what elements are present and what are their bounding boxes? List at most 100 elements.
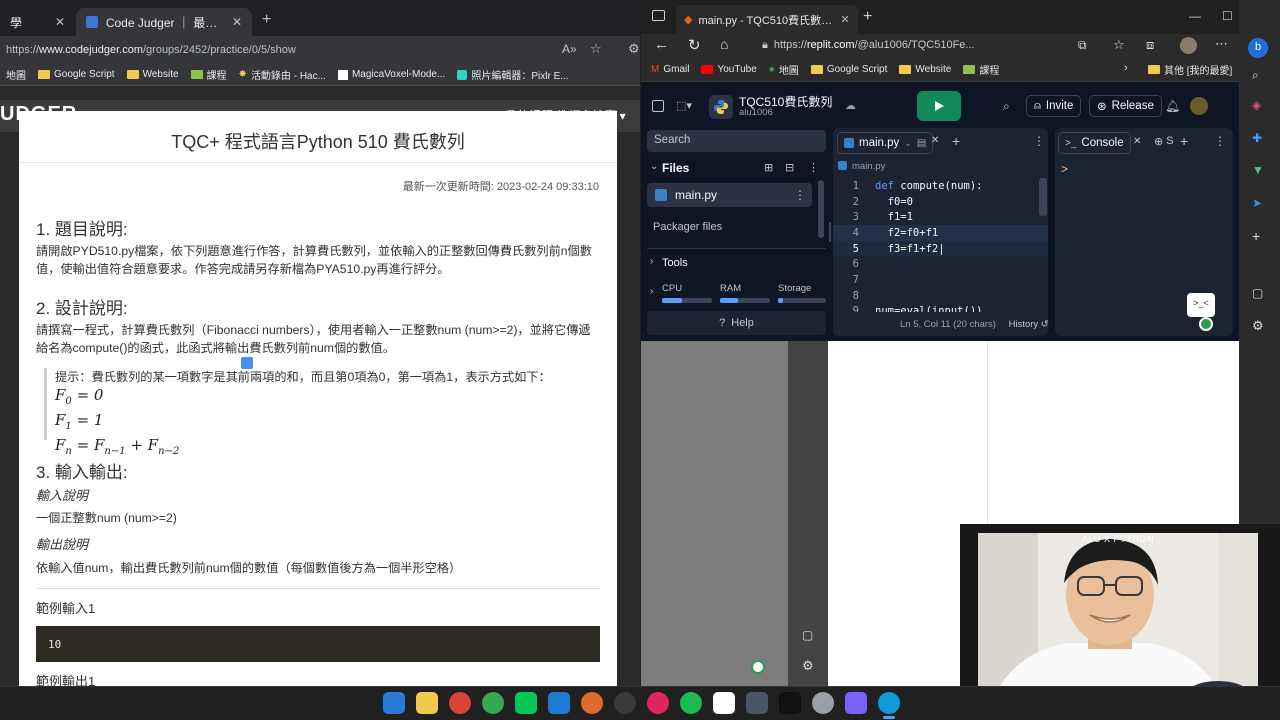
more-options-icon[interactable]: ⋮ — [794, 188, 812, 202]
settings-gear-icon[interactable]: ⚙ — [1252, 318, 1264, 334]
left-url-text[interactable]: https://www.codejudger.com/groups/2452/p… — [6, 44, 296, 56]
obs-icon[interactable] — [614, 692, 636, 714]
code-line[interactable]: 8 — [833, 288, 1048, 304]
code-line[interactable]: 9 num=eval(input()) — [833, 304, 1048, 312]
windows-start-icon[interactable] — [383, 692, 405, 714]
chevron-right-icon[interactable]: › — [1124, 62, 1128, 74]
chrome-profile-icon[interactable] — [482, 692, 504, 714]
bookmark-google-script[interactable]: Google Script — [810, 64, 887, 75]
sidebar-toggle-icon[interactable] — [652, 100, 664, 112]
assistant-bubble-icon[interactable]: >_< — [1187, 293, 1215, 317]
history-button[interactable]: History ↺ — [1009, 319, 1049, 330]
settings-gear-icon[interactable]: ⚙ — [802, 658, 814, 674]
more-options-icon[interactable]: ⋮ — [808, 161, 819, 174]
shopping-icon[interactable]: ◈ — [1252, 98, 1261, 112]
file-search-input[interactable]: Search — [647, 130, 826, 152]
davinci-icon[interactable] — [746, 692, 768, 714]
refresh-icon[interactable]: ↻ — [688, 36, 701, 54]
right-address-bar[interactable]: 🔒︎ https://replit.com/@alu1006/TQC510Fe.… — [752, 35, 1062, 55]
console-tab[interactable]: >_ Console — [1058, 132, 1131, 154]
new-file-icon[interactable]: ⊞ — [764, 161, 773, 174]
app-icon[interactable] — [845, 692, 867, 714]
more-options-icon[interactable]: ⋮ — [1033, 134, 1045, 148]
new-tab-button[interactable]: + — [262, 11, 271, 29]
blender-icon[interactable] — [581, 692, 603, 714]
sidebar-panel-icon[interactable]: ▢ — [1252, 286, 1263, 300]
close-icon[interactable]: ✕ — [55, 15, 65, 29]
more-options-icon[interactable]: ⋮ — [1214, 134, 1226, 148]
capcut-icon[interactable] — [779, 692, 801, 714]
more-menu-icon[interactable]: ⋯ — [1215, 36, 1228, 52]
bookmark-courses[interactable]: 課程 — [963, 62, 999, 77]
tools-icon[interactable]: ✚ — [1252, 131, 1262, 145]
translate-icon[interactable] — [241, 357, 253, 369]
packager-files[interactable]: Packager files — [653, 221, 722, 233]
new-tab-button[interactable]: + — [952, 133, 960, 149]
settings-gear-icon[interactable]: ⚙ — [628, 41, 640, 57]
help-button[interactable]: ? Help — [647, 311, 826, 335]
release-button[interactable]: ⊛ Release — [1089, 95, 1162, 117]
close-icon[interactable]: ✕ — [232, 15, 242, 29]
panel-resize-handle[interactable] — [829, 222, 831, 242]
run-button[interactable] — [917, 91, 961, 121]
extensions-icon[interactable]: ⧉ — [1078, 38, 1087, 53]
code-line[interactable]: 2 f0=0 — [833, 194, 1048, 210]
tab-actions-icon[interactable] — [652, 10, 665, 21]
collections-icon[interactable]: ⧈ — [1146, 37, 1154, 53]
chevron-right-icon[interactable]: › — [650, 286, 653, 297]
bookmark-website[interactable]: Website — [899, 64, 951, 75]
file-panel-scrollbar[interactable] — [818, 180, 824, 238]
code-line[interactable]: 4 f2=f0+f1 — [833, 225, 1048, 241]
left-tab-previous[interactable]: 學 ✕ — [0, 8, 75, 36]
new-folder-icon[interactable]: ⊟ — [785, 161, 794, 174]
games-icon[interactable]: ▼ — [1252, 163, 1264, 177]
new-tab-button[interactable]: + — [863, 8, 872, 26]
file-list-icon[interactable]: ▤ — [917, 138, 926, 149]
line-icon[interactable] — [515, 692, 537, 714]
file-explorer-icon[interactable] — [416, 692, 438, 714]
file-item-main-py[interactable]: main.py ⋮ — [647, 183, 812, 207]
replit-logo-icon[interactable]: ⬚▾ — [676, 99, 692, 112]
notion-icon[interactable] — [713, 692, 735, 714]
sidebar-panel-icon[interactable]: ▢ — [802, 628, 813, 642]
code-line[interactable]: 5 f3=f1+f2| — [833, 240, 1048, 257]
right-url-text[interactable]: https://replit.com/@alu1006/TQC510Fe... — [774, 39, 975, 51]
chrome-icon[interactable] — [449, 692, 471, 714]
avatar[interactable] — [1180, 37, 1197, 54]
code-line[interactable]: 6 — [833, 256, 1048, 272]
other-favorites[interactable]: 其他 [我的最愛] — [1148, 62, 1232, 77]
favorites-icon[interactable]: ☆ — [1113, 37, 1125, 53]
close-icon[interactable]: ✕ — [1133, 136, 1141, 147]
files-label[interactable]: Files — [662, 161, 689, 175]
add-icon[interactable]: + — [1252, 228, 1260, 244]
console-prompt[interactable]: > — [1061, 162, 1068, 176]
editor-breadcrumb[interactable]: main.py — [852, 161, 885, 172]
chevron-down-icon[interactable]: ⌄ — [825, 99, 833, 110]
code-area[interactable]: 1 def compute(num): 2 f0=0 3 f1=1 4 f2=f0+f1… — [833, 178, 1048, 312]
editor-tab-main-py[interactable]: main.py ⌄ ▤ — [837, 132, 934, 154]
bookmark-magicavoxel[interactable]: MagicaVoxel-Mode... — [337, 69, 445, 80]
code-line[interactable]: 7 — [833, 272, 1048, 288]
bookmark-youtube[interactable]: YouTube — [701, 64, 757, 75]
chevron-down-icon[interactable]: ⌄ — [904, 138, 912, 149]
bookmark-map[interactable]: 地圖 — [6, 67, 26, 82]
back-icon[interactable]: ← — [654, 36, 669, 53]
bookmark-pixlr[interactable]: 照片編輯器：Pixlr E... — [457, 67, 569, 82]
code-line[interactable]: 3 f1=1 — [833, 209, 1048, 225]
avatar[interactable] — [1190, 97, 1208, 115]
read-aloud-icon[interactable]: A» — [562, 42, 577, 56]
edge-icon[interactable] — [878, 692, 900, 714]
bookmark-hack[interactable]: ✸ 活動錄由 - Hac... — [239, 67, 326, 82]
bookmark-gmail[interactable]: M Gmail — [651, 64, 689, 75]
home-icon[interactable]: ⌂ — [720, 36, 728, 52]
minimize-button[interactable]: — — [1189, 9, 1201, 23]
shell-tab[interactable]: ⊕ S — [1154, 135, 1174, 148]
code-line[interactable]: 1 def compute(num): — [833, 178, 1048, 194]
left-tab-active[interactable]: Code Judger ｜ 最好的程式語言 ✕ — [76, 8, 252, 36]
bookmark-map[interactable]: ● 地圖 — [769, 62, 799, 77]
editor-scrollbar[interactable] — [1039, 178, 1047, 216]
chevron-right-icon[interactable]: › — [650, 256, 653, 267]
maximize-button[interactable]: ☐ — [1222, 9, 1233, 23]
search-icon[interactable]: ⌕ — [1252, 68, 1259, 83]
bookmark-google-script[interactable]: Google Script — [38, 69, 115, 80]
